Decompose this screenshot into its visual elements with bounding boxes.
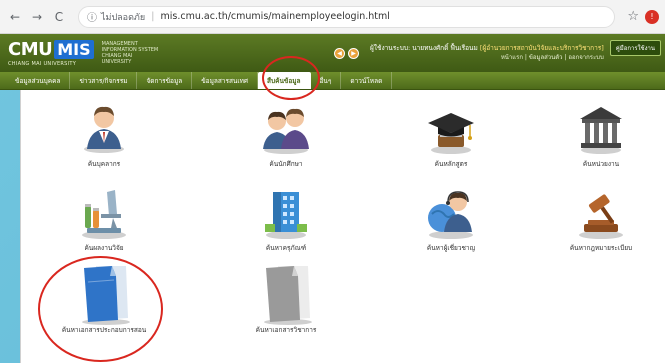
grey-document-icon [258, 266, 314, 325]
forward-arrow-icon[interactable]: → [28, 8, 46, 26]
nav-item-download[interactable]: ดาวน์โหลด [341, 72, 393, 89]
browser-toolbar: ← → C ⓘ ไม่ปลอดภัย | mis.cmu.ac.th/cmumi… [0, 0, 665, 34]
tile-search-personnel[interactable]: ค้นบุคลากร [49, 100, 159, 178]
tile-label: ค้นหลักสูตร [434, 160, 468, 168]
address-separator: | [151, 11, 155, 22]
tile-label: ค้นหาผู้เชี่ยวชาญ [426, 244, 476, 252]
tile-search-research[interactable]: ค้นผลงานวิจัย [49, 184, 159, 262]
tile-label: ค้นบุคลากร [87, 160, 121, 168]
microscope-icon [76, 184, 132, 240]
tile-search-assets[interactable]: ค้นหาครุภัณฑ์ [231, 184, 341, 262]
tile-search-teaching-documents[interactable]: ค้นหาเอกสารประกอบการสอน [49, 266, 159, 344]
tile-search-curriculum[interactable]: ค้นหลักสูตร [396, 100, 506, 178]
search-tiles-panel: ค้นบุคลากร ค้นนักศึกษา ค้นหลักสูตร ค้นหน… [20, 90, 665, 363]
reload-icon[interactable]: C [50, 8, 68, 26]
nav-item-manage[interactable]: จัดการข้อมูล [137, 72, 193, 89]
consultant-icon [423, 184, 479, 240]
graduation-cap-icon [423, 100, 479, 156]
user-label: ผู้ใช้งานระบบ: [370, 44, 411, 52]
address-bar[interactable]: ⓘ ไม่ปลอดภัย | mis.cmu.ac.th/cmumis/main… [78, 5, 616, 28]
extension-alert-icon[interactable]: ! [645, 9, 659, 24]
user-guide-button[interactable]: คู่มือการใช้งาน [609, 40, 661, 56]
user-role: [ผู้อำนวยการสถาบันวิจัยและบริการวิชาการ] [479, 44, 604, 52]
gavel-icon [573, 184, 629, 240]
nav-item-other[interactable]: อื่นๆ [311, 72, 342, 89]
nav-item-news[interactable]: ข่าวสาร/กิจกรรม [70, 72, 138, 89]
tile-label: ค้นหากฎหมายระเบียบ [569, 244, 633, 252]
person-icon [76, 100, 132, 156]
tile-label: ค้นหน่วยงาน [582, 160, 620, 168]
back-arrow-icon[interactable]: ← [6, 8, 24, 26]
user-links[interactable]: หน้าแรก | ข้อมูลส่วนตัว | ออกจากระบบ [370, 53, 604, 62]
nav-item-search[interactable]: สืบค้นข้อมูล [258, 72, 311, 89]
tile-label: ค้นหาครุภัณฑ์ [265, 244, 307, 252]
info-icon[interactable]: ⓘ [87, 9, 97, 24]
tile-label: ค้นหาเอกสารวิชาการ [255, 326, 317, 334]
security-label: ไม่ปลอดภัย [101, 12, 146, 23]
tile-search-students[interactable]: ค้นนักศึกษา [231, 100, 341, 178]
tile-search-regulations[interactable]: ค้นหากฎหมายระเบียบ [546, 184, 656, 262]
prev-icon[interactable]: ◀ [334, 47, 346, 59]
tile-label: ค้นหาเอกสารประกอบการสอน [61, 326, 147, 334]
tile-search-units[interactable]: ค้นหน่วยงาน [546, 100, 656, 178]
tile-label: ค้นผลงานวิจัย [84, 244, 124, 252]
students-icon [258, 100, 314, 156]
url-text[interactable]: mis.cmu.ac.th/cmumis/mainemployeelogin.h… [161, 11, 390, 22]
tile-search-experts[interactable]: ค้นหาผู้เชี่ยวชาญ [396, 184, 506, 262]
tile-search-academic-documents[interactable]: ค้นหาเอกสารวิชาการ [231, 266, 341, 344]
tile-label: ค้นนักศึกษา [269, 160, 303, 168]
cmu-mis-logo[interactable]: CMU MIS CHIANG MAI UNIVERSITY [8, 39, 94, 67]
header-right: ◀ ▶ ผู้ใช้งานระบบ: นายทนงศักดิ์ ฟื้นเรือ… [334, 34, 665, 72]
bookmark-star-icon[interactable]: ☆ [627, 9, 639, 24]
office-building-icon [258, 184, 314, 240]
nav-item-personal[interactable]: ข้อมูลส่วนบุคคล [6, 72, 71, 89]
building-columns-icon [573, 100, 629, 156]
user-info: ผู้ใช้งานระบบ: นายทนงศักดิ์ ฟื้นเรือนม [… [370, 44, 604, 62]
nav-item-info[interactable]: ข้อมูลสารสนเทศ [192, 72, 258, 89]
logo-subtitle: CHIANG MAI UNIVERSITY [8, 61, 77, 67]
logo-description: MANAGEMENT INFORMATION SYSTEM CHIANG MAI… [101, 41, 159, 65]
next-icon[interactable]: ▶ [348, 47, 360, 59]
main-nav-menu: ข้อมูลส่วนบุคคล ข่าวสาร/กิจกรรม จัดการข้… [0, 72, 665, 90]
site-header: CMU MIS CHIANG MAI UNIVERSITY MANAGEMENT… [0, 34, 665, 72]
blue-document-icon [76, 266, 132, 325]
logo-cmu-text: CMU [8, 39, 53, 60]
user-name: นายทนงศักดิ์ ฟื้นเรือนม [412, 44, 478, 52]
logo-mis-text: MIS [54, 40, 94, 59]
